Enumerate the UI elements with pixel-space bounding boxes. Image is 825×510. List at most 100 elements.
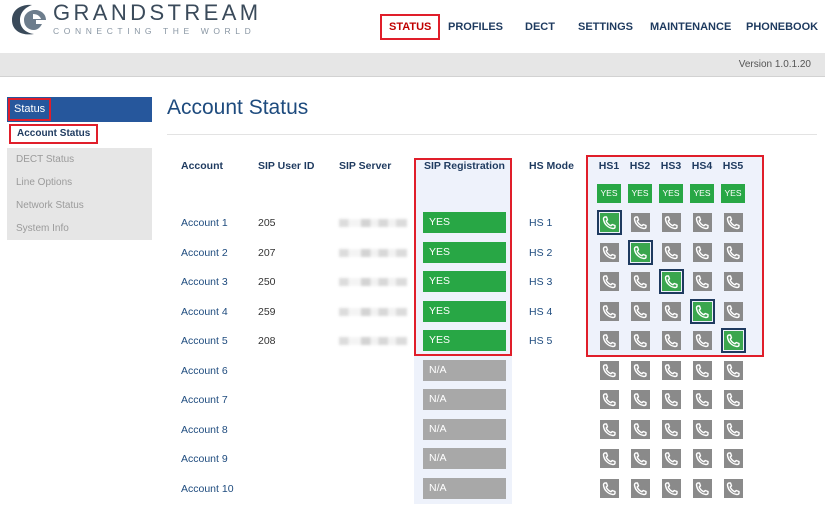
handset-registered-badge: YES: [597, 184, 621, 203]
phone-handset-icon[interactable]: [631, 272, 650, 291]
phone-handset-icon[interactable]: [724, 213, 743, 232]
phone-handset-icon[interactable]: [600, 390, 619, 409]
handset-registered-badge: YES: [690, 184, 714, 203]
phone-handset-icon[interactable]: [662, 242, 681, 262]
phone-handset-icon[interactable]: [662, 419, 681, 439]
phone-handset-icon[interactable]: [631, 213, 650, 232]
phone-handset-icon[interactable]: [597, 210, 622, 235]
sip-registration-badge: N/A: [423, 448, 506, 469]
sip-server-redacted: [339, 248, 407, 257]
account-name: Account 7: [181, 394, 228, 406]
phone-handset-icon[interactable]: [724, 360, 743, 380]
sip-server-redacted: [339, 219, 407, 227]
phone-handset-icon[interactable]: [693, 478, 712, 498]
phone-handset-icon[interactable]: [631, 390, 650, 409]
phone-handset-icon[interactable]: [631, 301, 650, 321]
phone-handset-icon[interactable]: [724, 272, 743, 291]
phone-handset-icon[interactable]: [693, 360, 712, 380]
phone-handset-icon[interactable]: [662, 213, 681, 232]
phone-handset-icon[interactable]: [693, 331, 712, 350]
nav-phonebook[interactable]: PHONEBOOK: [746, 14, 818, 40]
phone-handset-icon[interactable]: [693, 213, 712, 232]
phone-handset-icon[interactable]: [693, 272, 712, 291]
sidebar-item-dect-status[interactable]: DECT Status: [7, 148, 152, 171]
sidebar-section-status[interactable]: Status: [7, 97, 152, 122]
sip-user-id: 207: [258, 246, 276, 259]
phone-handset-icon[interactable]: [631, 331, 650, 350]
grandstream-swoosh-icon: [8, 3, 50, 37]
phone-handset-icon[interactable]: [628, 239, 653, 265]
phone-handset-icon[interactable]: [724, 301, 743, 321]
nav-dect[interactable]: DECT: [525, 14, 555, 40]
handset-registered-badge: YES: [628, 184, 652, 203]
sip-user-id: 250: [258, 276, 276, 288]
page: GRANDSTREAM CONNECTING THE WORLD STATUS …: [0, 0, 825, 510]
logo[interactable]: [8, 3, 50, 37]
phone-handset-icon[interactable]: [600, 478, 619, 498]
nav-profiles[interactable]: PROFILES: [448, 14, 503, 40]
sip-server-redacted: [339, 278, 407, 286]
sip-registration-badge: N/A: [423, 418, 506, 440]
hs-mode: HS 5: [529, 335, 553, 347]
phone-handset-icon[interactable]: [600, 360, 619, 380]
phone-handset-icon[interactable]: [631, 478, 650, 498]
phone-handset-icon[interactable]: [600, 449, 619, 468]
phone-handset-icon[interactable]: [724, 242, 743, 262]
sidebar-item-account-status[interactable]: Account Status: [7, 122, 152, 148]
sidebar-item-line-options[interactable]: Line Options: [7, 171, 152, 194]
phone-handset-icon[interactable]: [631, 360, 650, 380]
hs-mode: HS 1: [529, 217, 553, 229]
phone-handset-icon[interactable]: [662, 331, 681, 350]
nav-settings[interactable]: SETTINGS: [578, 14, 633, 40]
sidebar-item-system-info[interactable]: System Info: [7, 217, 152, 240]
phone-handset-icon[interactable]: [724, 390, 743, 409]
phone-handset-icon[interactable]: [631, 449, 650, 468]
column-header-hs1: HS1: [598, 160, 620, 172]
sip-user-id: 205: [258, 217, 276, 229]
phone-handset-icon[interactable]: [600, 242, 619, 262]
phone-handset-icon[interactable]: [662, 301, 681, 321]
column-header-hs5: HS5: [722, 160, 744, 172]
sip-server-redacted: [339, 337, 407, 345]
sidebar: Status Account Status DECT Status Line O…: [7, 97, 152, 240]
phone-handset-icon[interactable]: [724, 449, 743, 468]
phone-handset-icon[interactable]: [662, 478, 681, 498]
phone-handset-icon[interactable]: [693, 390, 712, 409]
phone-handset-icon[interactable]: [600, 272, 619, 291]
phone-handset-icon[interactable]: [600, 301, 619, 321]
account-name: Account 2: [181, 246, 228, 259]
phone-handset-icon[interactable]: [600, 331, 619, 350]
phone-handset-icon[interactable]: [690, 298, 715, 324]
phone-handset-icon[interactable]: [631, 419, 650, 439]
phone-handset-icon[interactable]: [693, 449, 712, 468]
column-header-sip-user-id: SIP User ID: [258, 160, 315, 172]
sidebar-item-label: Account Status: [9, 124, 99, 144]
hs-mode: HS 3: [529, 276, 553, 288]
phone-handset-icon[interactable]: [659, 269, 684, 294]
brand-name: GRANDSTREAM: [53, 0, 262, 25]
version-bar: Version 1.0.1.20: [0, 53, 825, 77]
phone-handset-icon[interactable]: [693, 419, 712, 439]
phone-handset-icon[interactable]: [662, 360, 681, 380]
phone-handset-icon[interactable]: [693, 242, 712, 262]
phone-handset-icon[interactable]: [662, 449, 681, 468]
handset-registered-badge: YES: [659, 184, 683, 203]
sidebar-item-network-status[interactable]: Network Status: [7, 194, 152, 217]
account-name: Account 4: [181, 305, 228, 318]
phone-handset-icon[interactable]: [721, 328, 746, 353]
account-name: Account 3: [181, 276, 228, 288]
brand-tagline: CONNECTING THE WORLD: [53, 26, 256, 36]
sip-registration-badge: N/A: [423, 389, 506, 410]
sip-user-id: 259: [258, 305, 276, 318]
phone-handset-icon[interactable]: [724, 419, 743, 439]
nav-status[interactable]: STATUS: [380, 14, 441, 40]
nav-maintenance[interactable]: MAINTENANCE: [650, 14, 731, 40]
column-header-sip-server: SIP Server: [339, 160, 392, 172]
phone-handset-icon[interactable]: [600, 419, 619, 439]
account-name: Account 5: [181, 335, 228, 347]
sip-registration-badge: N/A: [423, 477, 506, 499]
brand: GRANDSTREAM CONNECTING THE WORLD: [53, 0, 262, 37]
phone-handset-icon[interactable]: [724, 478, 743, 498]
firmware-version: Version 1.0.1.20: [738, 59, 811, 70]
phone-handset-icon[interactable]: [662, 390, 681, 409]
